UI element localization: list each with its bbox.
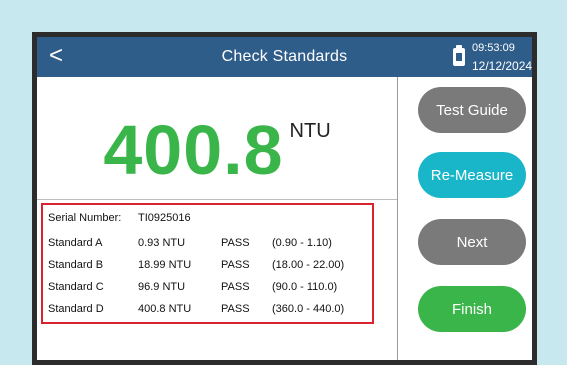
reading-value: 400.8	[103, 111, 284, 189]
measurement-reading: 400.8 NTU	[37, 115, 397, 185]
standard-name: Standard A	[48, 237, 103, 249]
reading-unit: NTU	[289, 120, 331, 142]
re-measure-button[interactable]: Re-Measure	[418, 152, 526, 198]
standard-status: PASS	[221, 303, 250, 315]
standard-range: (90.0 - 110.0)	[272, 281, 338, 293]
standard-range: (360.0 - 440.0)	[272, 303, 345, 315]
action-panel: Test Guide Re-Measure Next Finish	[398, 77, 532, 360]
standard-value: 0.93 NTU	[138, 237, 186, 249]
title-bar: < Check Standards 09:53:09 12/12/2024	[37, 37, 532, 77]
serial-number-value: TI0925016	[138, 212, 191, 224]
standard-name: Standard B	[48, 259, 104, 271]
next-button[interactable]: Next	[418, 219, 526, 265]
clock-time: 09:53:09	[472, 42, 515, 54]
standard-value: 18.99 NTU	[138, 259, 192, 271]
standard-range: (0.90 - 1.10)	[272, 237, 332, 249]
standard-status: PASS	[221, 281, 250, 293]
device-screen: < Check Standards 09:53:09 12/12/2024 40…	[32, 32, 537, 365]
results-table: Serial Number: TI0925016 Standard A 0.93…	[41, 203, 374, 324]
finish-button[interactable]: Finish	[418, 286, 526, 332]
standard-value: 96.9 NTU	[138, 281, 186, 293]
serial-number-label: Serial Number:	[48, 212, 122, 224]
standard-range: (18.00 - 22.00)	[272, 259, 345, 271]
divider	[37, 199, 397, 200]
test-guide-button[interactable]: Test Guide	[418, 87, 526, 133]
clock-date: 12/12/2024	[472, 59, 533, 73]
standard-status: PASS	[221, 259, 250, 271]
battery-icon	[453, 45, 465, 66]
main-panel: 400.8 NTU Serial Number: TI0925016 Standa…	[37, 77, 397, 360]
standard-status: PASS	[221, 237, 250, 249]
standard-name: Standard C	[48, 281, 104, 293]
standard-name: Standard D	[48, 303, 104, 315]
standard-value: 400.8 NTU	[138, 303, 192, 315]
